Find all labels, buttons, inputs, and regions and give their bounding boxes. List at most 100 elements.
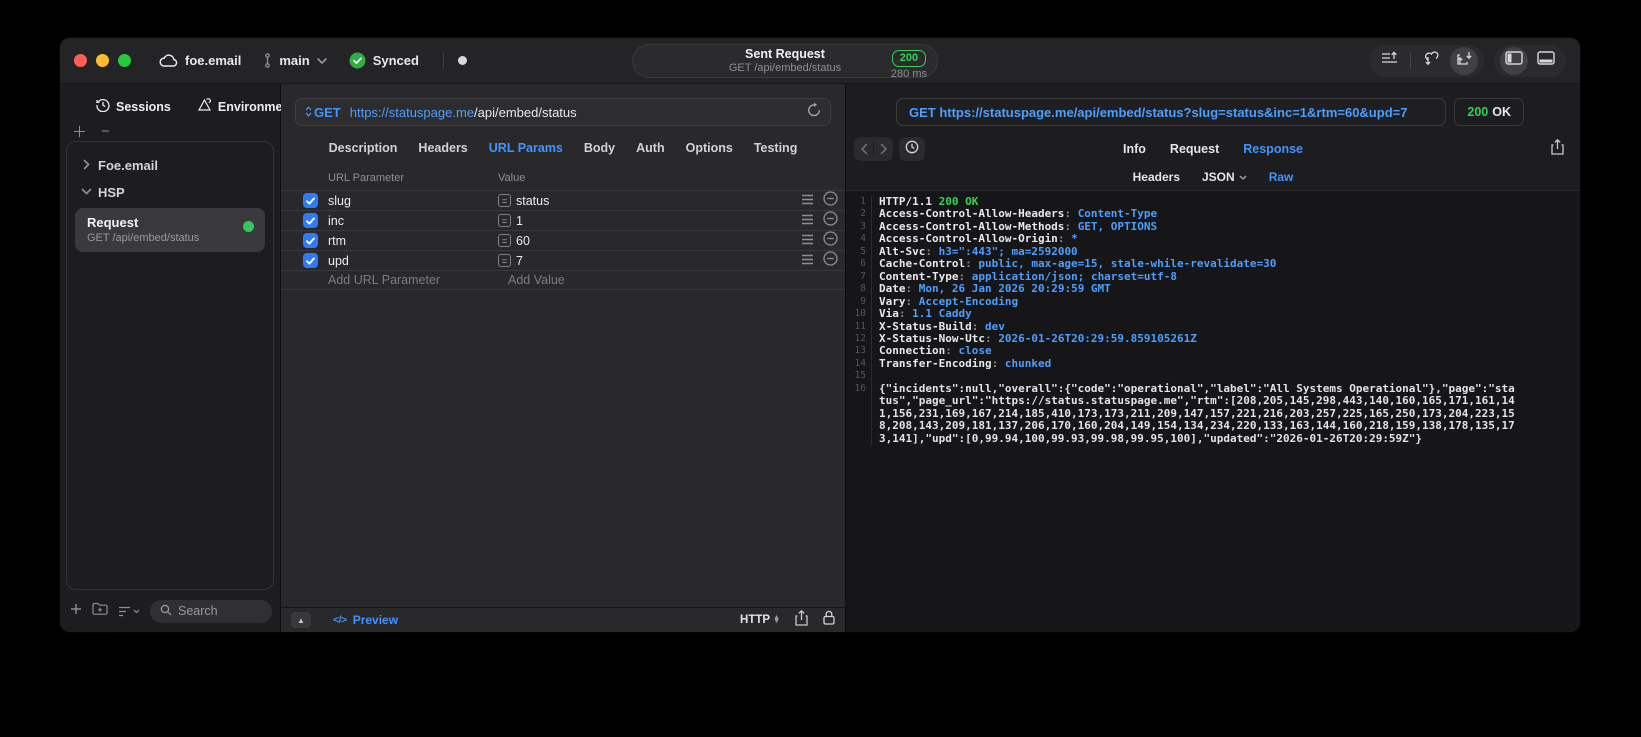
back-button[interactable]: [854, 137, 873, 161]
param-name-field[interactable]: upd: [328, 254, 498, 268]
new-request-button[interactable]: [70, 602, 82, 620]
sidebar-toggle-button[interactable]: [1500, 46, 1528, 75]
line-number: 10: [846, 308, 872, 321]
export-response-button[interactable]: [1551, 138, 1564, 160]
param-value-field[interactable]: 1: [516, 214, 801, 228]
header-value: *: [1071, 232, 1078, 246]
import-export-button[interactable]: [1450, 46, 1478, 75]
delete-row-icon[interactable]: [823, 250, 838, 271]
bottom-panel-toggle-button[interactable]: [1532, 47, 1560, 75]
request-url-bar[interactable]: GET https://statuspage.me/api/embed/stat…: [295, 98, 831, 126]
editor-footer: ▲ </> Preview HTTP ▲ ▼: [281, 607, 845, 632]
synced-check-icon: [349, 52, 366, 69]
param-checkbox[interactable]: [303, 193, 318, 208]
activity-pill[interactable]: Sent Request GET /api/embed/status 200 2…: [632, 44, 938, 80]
param-value-field[interactable]: 7: [516, 254, 801, 268]
header-colon: :: [905, 282, 919, 296]
response-content[interactable]: 1 HTTP/1.1 200 OK 2 Access-Control-Allow-He…: [846, 190, 1580, 632]
publish-button[interactable]: [1375, 47, 1403, 75]
line-text: Transfer-Encoding: chunked: [872, 357, 1051, 370]
reorder-handle-icon[interactable]: [801, 232, 814, 250]
main-area: Sessions Environments ＋ − Foe.email HSP …: [60, 84, 1580, 632]
response-nav-row: Info Request Response: [846, 134, 1580, 164]
line-number: 1: [846, 196, 872, 209]
line-number: 6: [846, 258, 872, 271]
response-request-line[interactable]: GET https://statuspage.me/api/embed/stat…: [896, 98, 1447, 126]
reorder-handle-icon[interactable]: [801, 192, 814, 210]
reorder-handle-icon[interactable]: [801, 252, 814, 270]
add-param-name-field[interactable]: Add URL Parameter: [328, 273, 508, 287]
search-input[interactable]: Search: [150, 599, 272, 623]
tab-options[interactable]: Options: [686, 141, 733, 155]
tab-headers[interactable]: Headers: [418, 141, 467, 155]
header-name: Access-Control-Allow-Origin: [879, 232, 1058, 246]
request-list-item[interactable]: Request GET /api/embed/status: [75, 208, 265, 252]
tab-testing[interactable]: Testing: [754, 141, 798, 155]
search-placeholder: Search: [178, 604, 218, 618]
line-number: 5: [846, 245, 872, 259]
tab-description[interactable]: Description: [329, 141, 398, 155]
tab-url-params[interactable]: URL Params: [489, 141, 563, 155]
param-value-field[interactable]: 60: [516, 234, 801, 248]
param-value-field[interactable]: status: [516, 194, 801, 208]
param-name-field[interactable]: rtm: [328, 234, 498, 248]
lock-icon[interactable]: [823, 610, 835, 630]
header-name: Access-Control-Allow-Methods: [879, 219, 1065, 233]
sync-status[interactable]: Synced: [349, 52, 419, 69]
close-window-button[interactable]: [74, 54, 87, 67]
expand-panel-button[interactable]: ▲: [291, 612, 311, 628]
titlebar-actions: [1369, 44, 1566, 77]
forward-button[interactable]: [874, 137, 893, 161]
param-row-icons: [801, 210, 838, 231]
request-url-text[interactable]: https://statuspage.me/api/embed/status: [350, 105, 577, 120]
resend-button[interactable]: [807, 102, 821, 122]
tree-item-foe-email[interactable]: Foe.email: [73, 152, 267, 179]
list-options-button[interactable]: [118, 606, 140, 617]
preview-button[interactable]: </> Preview: [333, 613, 398, 627]
new-folder-button[interactable]: [92, 602, 108, 620]
param-row-rtm: rtm = 60: [281, 230, 845, 250]
method-label: GET: [314, 104, 341, 120]
history-button[interactable]: [899, 137, 925, 161]
subtab-raw[interactable]: Raw: [1269, 170, 1294, 184]
header-name: Alt-Svc: [879, 244, 926, 258]
pull-button[interactable]: [1418, 47, 1446, 75]
param-checkbox[interactable]: [303, 253, 318, 268]
http-version-selector[interactable]: HTTP ▲ ▼: [740, 614, 780, 626]
zoom-window-button[interactable]: [118, 54, 131, 67]
tab-request[interactable]: Request: [1170, 142, 1219, 156]
param-name-field[interactable]: slug: [328, 194, 498, 208]
activity-title: Sent Request: [745, 47, 825, 62]
request-item-title: Request: [87, 215, 139, 230]
subtab-json[interactable]: JSON: [1202, 170, 1247, 184]
param-name-field[interactable]: inc: [328, 214, 498, 228]
add-session-button[interactable]: ＋: [72, 121, 87, 142]
method-selector[interactable]: GET: [305, 105, 341, 120]
tab-auth[interactable]: Auth: [636, 141, 664, 155]
project-menu[interactable]: foe.email: [159, 53, 241, 68]
delete-row-icon[interactable]: [823, 230, 838, 251]
response-subtabs: Headers JSON Raw: [846, 164, 1580, 190]
add-param-value-field[interactable]: Add Value: [508, 273, 565, 287]
subtab-headers[interactable]: Headers: [1133, 170, 1180, 184]
param-checkbox[interactable]: [303, 233, 318, 248]
param-checkbox[interactable]: [303, 213, 318, 228]
tab-body[interactable]: Body: [584, 141, 615, 155]
sidebar-tabs: Sessions Environments: [60, 84, 301, 121]
tab-response[interactable]: Response: [1243, 142, 1303, 156]
tree-item-hsp[interactable]: HSP: [73, 179, 267, 206]
reorder-handle-icon[interactable]: [801, 212, 814, 230]
share-request-button[interactable]: [795, 609, 808, 631]
tab-sessions[interactable]: Sessions: [96, 98, 171, 115]
header-value: close: [958, 344, 992, 358]
delete-row-icon[interactable]: [823, 190, 838, 211]
header-value: Accept-Encoding: [918, 294, 1019, 308]
recording-dot[interactable]: [457, 56, 467, 65]
header-value: application/json; charset=utf-8: [971, 269, 1178, 283]
branch-selector[interactable]: main: [263, 53, 327, 68]
tab-info[interactable]: Info: [1123, 142, 1146, 156]
minimize-window-button[interactable]: [96, 54, 109, 67]
remove-session-button[interactable]: −: [101, 123, 110, 140]
chevron-down-icon: [81, 187, 92, 198]
delete-row-icon[interactable]: [823, 210, 838, 231]
